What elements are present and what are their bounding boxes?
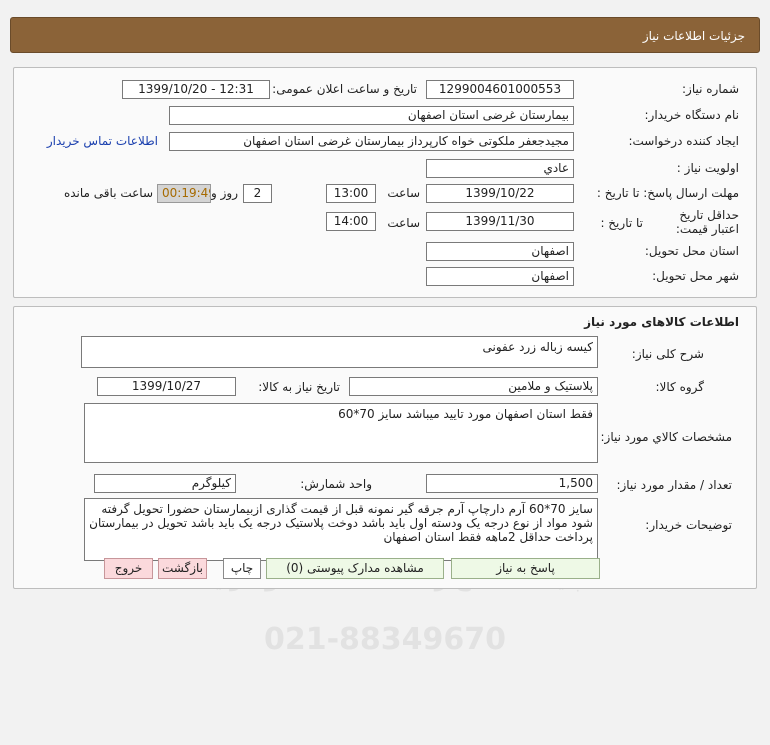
goods-section-title: اطلاعات کالاهای مورد نیاز [584,315,739,329]
specs-field: فقط استان اصفهان مورد تایید میباشد سایز … [84,403,598,463]
back-button[interactable]: بازگشت [158,558,207,579]
goods-group-label: گروه کالا: [655,380,705,394]
need-date-label: تاریخ نیاز به کالا: [258,380,340,394]
deadline-label: مهلت ارسال پاسخ: تا تاریخ : [596,186,739,200]
view-attachments-button[interactable]: مشاهده مدارک پیوستی (0) [266,558,444,579]
remaining-time-label: ساعت باقی مانده [63,186,153,200]
validity-to-date-label: تا تاریخ : [600,216,643,230]
creator-field: مجیدجعفر ملکوتی خواه کارپرداز بیمارستان … [169,132,574,151]
priority-field: عادي [426,159,574,178]
city-label: شهر محل تحویل: [652,269,739,283]
general-description-field: کیسه زباله زرد عفونی [81,336,598,368]
priority-label: اولویت نیاز : [676,161,739,175]
days-remaining-field: 2 [243,184,272,203]
goods-group-field: پلاستیک و ملامین [349,377,598,396]
deadline-date-field: 1399/10/22 [426,184,574,203]
deadline-time-field: 13:00 [326,184,376,203]
reply-to-need-button[interactable]: پاسخ به نیاز [451,558,600,579]
unit-label: واحد شمارش: [300,477,372,491]
remaining-time-timer: 00:19:49 [157,184,211,203]
specs-label: مشخصات کالاي مورد نیاز: [600,430,732,444]
need-number-field: 1299004601000553 [426,80,574,99]
days-label: روز و [211,186,238,200]
deadline-time-label: ساعت [387,186,420,200]
page-header: جزئیات اطلاعات نیاز [10,17,760,53]
buyer-org-field: بیمارستان غرضی استان اصفهان [169,106,574,125]
print-button[interactable]: چاپ [223,558,261,579]
validity-date-field: 1399/11/30 [426,212,574,231]
buyer-notes-field: سایز 70*60 آرم دارچاپ آرم جرقه گیر نمونه… [84,498,598,561]
creator-label: ایجاد کننده درخواست: [628,134,739,148]
watermark-phone: 021-88349670 [263,622,507,657]
exit-button[interactable]: خروج [104,558,153,579]
need-date-field: 1399/10/27 [97,377,236,396]
need-info-panel [13,67,757,298]
buyer-contact-link[interactable]: اطلاعات تماس خریدار [47,134,158,148]
page-title: جزئیات اطلاعات نیاز [642,29,745,43]
validity-time-label: ساعت [387,216,420,230]
validity-label: حداقل تاریخ اعتبار قیمت: [675,208,739,236]
province-field: اصفهان [426,242,574,261]
announce-datetime-label: تاریخ و ساعت اعلان عمومی: [272,82,417,96]
general-description-label: شرح کلی نیاز: [631,347,704,361]
buyer-notes-label: توضیحات خریدار: [645,518,732,532]
buyer-org-label: نام دستگاه خریدار: [644,108,740,122]
quantity-field: 1,500 [426,474,598,493]
announce-datetime-field: 1399/10/20 - 12:31 [122,80,270,99]
city-field: اصفهان [426,267,574,286]
quantity-label: تعداد / مقدار مورد نیاز: [616,478,732,492]
validity-time-field: 14:00 [326,212,376,231]
province-label: استان محل تحویل: [644,244,739,258]
need-number-label: شماره نیاز: [682,82,739,96]
unit-field: کیلوگرم [94,474,236,493]
